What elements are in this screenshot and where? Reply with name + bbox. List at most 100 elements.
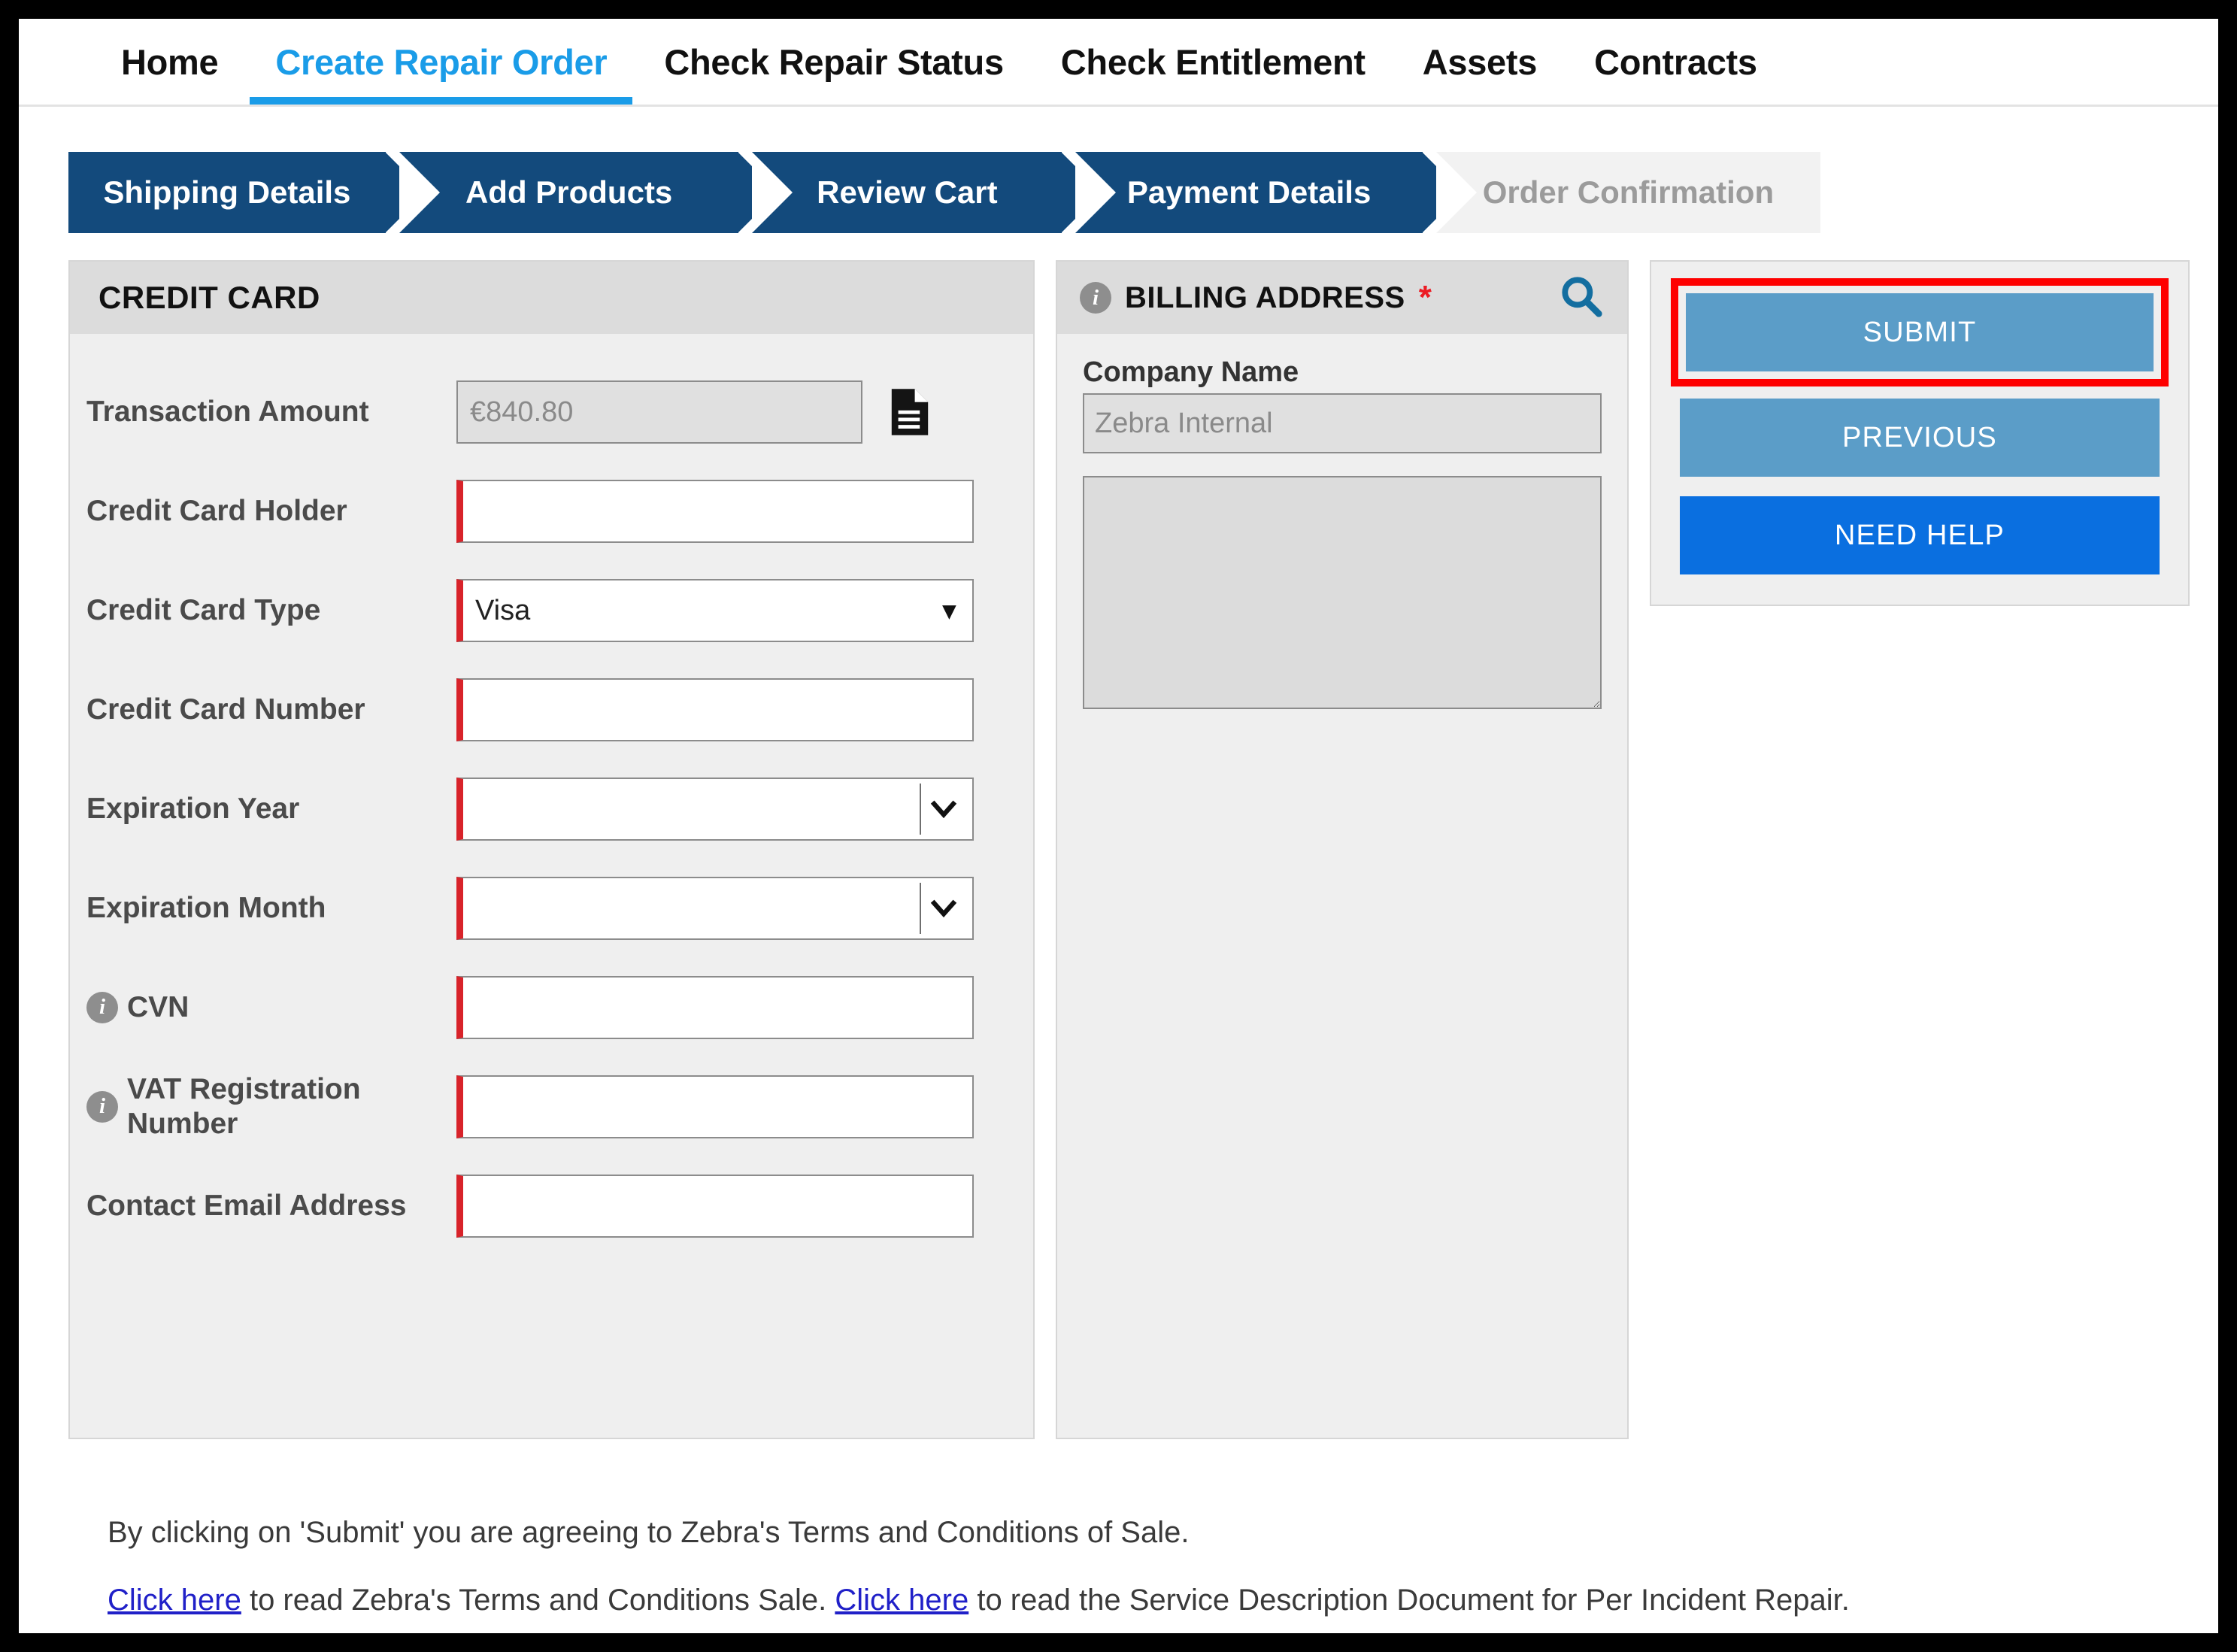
label-text: CVN — [127, 991, 189, 1024]
chevron-down-icon: ▾ — [942, 596, 956, 625]
label-expiration-year: Expiration Year — [86, 792, 456, 826]
credit-card-holder-input[interactable] — [456, 480, 974, 543]
terms-line-1: By clicking on 'Submit' you are agreeing… — [108, 1516, 1190, 1549]
field-row-card-holder: Credit Card Holder — [70, 462, 1033, 561]
info-icon[interactable]: i — [86, 1091, 118, 1123]
step-add-products[interactable]: Add Products — [399, 152, 779, 233]
billing-address-form: Company Name — [1057, 334, 1627, 713]
label-cvn: i CVN — [86, 990, 456, 1025]
billing-address-panel: i BILLING ADDRESS * Company Name — [1056, 260, 1629, 1439]
label-vat-registration-number: i VAT Registration Number — [86, 1072, 456, 1141]
label-text: Expiration Year — [86, 793, 300, 826]
nav-item-home[interactable]: Home — [92, 19, 247, 105]
step-label-shipping-details: Shipping Details — [103, 174, 351, 210]
label-transaction-amount: Transaction Amount — [86, 395, 456, 429]
nav-label-assets: Assets — [1422, 41, 1538, 82]
nav-label-check-entitlement: Check Entitlement — [1060, 41, 1366, 82]
nav-label-check-repair-status: Check Repair Status — [664, 41, 1004, 82]
terms-link-1[interactable]: Click here — [108, 1584, 241, 1617]
actions-panel: SUBMIT PREVIOUS NEED HELP — [1650, 260, 2190, 606]
label-text: Transaction Amount — [86, 396, 369, 429]
step-order-confirmation[interactable]: Order Confirmation — [1435, 152, 1821, 233]
label-contact-email-address: Contact Email Address — [86, 1189, 456, 1223]
info-icon[interactable]: i — [1080, 282, 1111, 314]
transaction-amount-input — [456, 380, 862, 444]
label-text: VAT Registration Number — [127, 1073, 361, 1140]
credit-card-type-select[interactable]: Visa ▾ — [456, 579, 974, 642]
required-marker: * — [1418, 279, 1432, 316]
checkout-stepper: Shipping Details Add Products Review Car… — [68, 152, 1821, 233]
expiration-month-select[interactable] — [456, 877, 974, 940]
step-label-payment-details: Payment Details — [1126, 174, 1372, 210]
credit-card-panel: CREDIT CARD Transaction Amount €840.80 C… — [68, 260, 1035, 1439]
vat-registration-number-input[interactable] — [456, 1075, 974, 1138]
label-card-number: Credit Card Number — [86, 693, 456, 727]
field-row-card-number: Credit Card Number — [70, 660, 1033, 759]
credit-card-number-input[interactable] — [456, 678, 974, 741]
nav-item-assets[interactable]: Assets — [1394, 19, 1566, 105]
label-text: Contact Email Address — [86, 1190, 407, 1223]
previous-button[interactable]: PREVIOUS — [1680, 399, 2160, 477]
step-label-order-confirmation: Order Confirmation — [1482, 174, 1775, 210]
app-screen: Home Create Repair Order Check Repair St… — [19, 19, 2218, 1633]
label-text: Credit Card Holder — [86, 495, 347, 528]
label-company-name: Company Name — [1083, 356, 1299, 388]
nav-item-check-entitlement[interactable]: Check Entitlement — [1032, 19, 1394, 105]
nav-item-contracts[interactable]: Contracts — [1566, 19, 1786, 105]
document-icon[interactable] — [890, 387, 930, 437]
contact-email-address-input[interactable] — [456, 1175, 974, 1238]
step-notch — [1435, 152, 1477, 233]
nav-label-contracts: Contracts — [1594, 41, 1757, 82]
terms-footer: By clicking on 'Submit' you are agreeing… — [108, 1505, 2218, 1627]
billing-address-textarea[interactable] — [1083, 476, 1602, 709]
terms-text-1: to read Zebra's Terms and Conditions Sal… — [241, 1584, 835, 1617]
step-payment-details[interactable]: Payment Details — [1075, 152, 1463, 233]
step-review-cart[interactable]: Review Cart — [752, 152, 1102, 233]
info-icon[interactable]: i — [86, 992, 118, 1023]
top-navigation-bar: Home Create Repair Order Check Repair St… — [19, 19, 2218, 107]
nav-label-home: Home — [121, 41, 219, 82]
company-name-input — [1083, 393, 1602, 453]
nav-item-create-repair-order[interactable]: Create Repair Order — [247, 19, 635, 105]
terms-link-2[interactable]: Click here — [835, 1584, 968, 1617]
label-text: Expiration Month — [86, 892, 326, 925]
field-row-expiration-month: Expiration Month — [70, 859, 1033, 958]
step-notch — [1075, 152, 1117, 233]
step-shipping-details[interactable]: Shipping Details — [68, 152, 426, 233]
label-text: Credit Card Number — [86, 693, 365, 726]
label-expiration-month: Expiration Month — [86, 891, 456, 926]
step-label-add-products: Add Products — [465, 174, 673, 210]
credit-card-panel-header: CREDIT CARD — [70, 262, 1033, 334]
field-row-expiration-year: Expiration Year — [70, 759, 1033, 859]
submit-highlight-box: SUBMIT — [1671, 278, 2169, 386]
field-row-contact-email: Contact Email Address — [70, 1156, 1033, 1256]
field-row-cvn: i CVN — [70, 958, 1033, 1057]
terms-text-2: to read the Service Description Document… — [968, 1584, 1850, 1617]
field-row-transaction-amount: Transaction Amount — [70, 362, 1033, 462]
submit-button[interactable]: SUBMIT — [1686, 293, 2154, 371]
nav-list: Home Create Repair Order Check Repair St… — [92, 19, 2218, 105]
credit-card-type-value: Visa — [475, 594, 531, 626]
nav-item-check-repair-status[interactable]: Check Repair Status — [635, 19, 1032, 105]
chevron-down-icon — [920, 883, 966, 934]
main-content: CREDIT CARD Transaction Amount €840.80 C… — [68, 260, 2218, 1439]
need-help-button[interactable]: NEED HELP — [1680, 496, 2160, 574]
search-icon[interactable] — [1558, 273, 1605, 323]
chevron-down-icon — [920, 784, 966, 835]
label-card-holder: Credit Card Holder — [86, 494, 456, 529]
step-label-review-cart: Review Cart — [817, 174, 998, 210]
nav-label-create-repair-order: Create Repair Order — [275, 41, 608, 82]
step-notch — [752, 152, 793, 233]
expiration-year-select[interactable] — [456, 778, 974, 841]
billing-address-panel-header: i BILLING ADDRESS * — [1057, 262, 1627, 334]
billing-address-title: BILLING ADDRESS — [1125, 280, 1405, 314]
label-card-type: Credit Card Type — [86, 593, 456, 628]
terms-line-2: Click here to read Zebra's Terms and Con… — [108, 1573, 2218, 1627]
step-notch — [399, 152, 440, 233]
credit-card-title: CREDIT CARD — [99, 280, 320, 315]
label-text: Credit Card Type — [86, 594, 321, 627]
field-row-vat: i VAT Registration Number — [70, 1057, 1033, 1156]
field-row-card-type: Credit Card Type Visa ▾ — [70, 561, 1033, 660]
cvn-input[interactable] — [456, 976, 974, 1039]
credit-card-form: Transaction Amount €840.80 Credit Card H… — [70, 334, 1033, 1256]
